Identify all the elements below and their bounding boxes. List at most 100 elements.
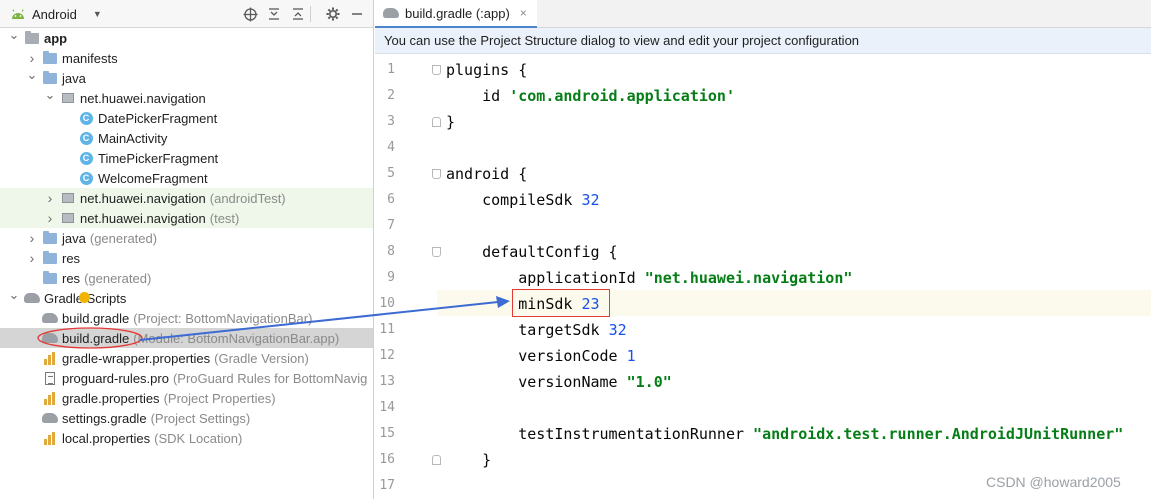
- tree-item-hint: (Project Properties): [163, 390, 276, 406]
- fold-start-icon[interactable]: [432, 169, 441, 179]
- string-literal: 'com.android.application': [509, 87, 735, 105]
- tree-item[interactable]: C DatePickerFragment: [0, 108, 373, 128]
- code-text: plugins {: [446, 61, 528, 79]
- tree-item[interactable]: C MainActivity: [0, 128, 373, 148]
- class-icon: C: [78, 131, 94, 145]
- text-file-icon: [42, 371, 58, 385]
- project-view-selector[interactable]: Android ▼: [10, 0, 102, 28]
- tree-item[interactable]: › res: [0, 248, 373, 268]
- fold-start-icon[interactable]: [432, 247, 441, 257]
- code-line[interactable]: plugins {: [446, 57, 527, 83]
- folder-icon: [42, 250, 58, 265]
- code-line[interactable]: }: [446, 447, 491, 473]
- code-line[interactable]: targetSdk 32: [446, 317, 627, 343]
- code-line[interactable]: defaultConfig {: [446, 239, 617, 265]
- code-line[interactable]: minSdk 23: [446, 291, 600, 317]
- tree-item[interactable]: local.properties (SDK Location): [0, 428, 373, 448]
- chevron-right-icon[interactable]: ›: [26, 230, 38, 246]
- number-literal: 32: [608, 321, 627, 339]
- crosshair-icon[interactable]: [240, 4, 260, 24]
- tree-item[interactable]: ⌄ java: [0, 67, 373, 88]
- code-line[interactable]: testInstrumentationRunner "androidx.test…: [446, 421, 1123, 447]
- chevron-right-icon[interactable]: ›: [44, 210, 56, 226]
- chevron-down-icon[interactable]: ⌄: [26, 67, 38, 82]
- tree-item-label: build.gradle: [62, 330, 130, 346]
- line-number: 13: [379, 374, 395, 389]
- code-area[interactable]: 1 2 3 4 5 6 7 8 9 10 11 12 13 14 15 16 17 plugins { id '…: [375, 54, 1151, 499]
- minimize-icon[interactable]: [347, 4, 367, 24]
- project-structure-banner[interactable]: You can use the Project Structure dialog…: [375, 28, 1151, 54]
- tree-item[interactable]: gradle-wrapper.properties (Gradle Version…: [0, 348, 373, 368]
- number-literal: 23: [581, 295, 600, 313]
- code-text: versionCode: [446, 347, 627, 365]
- code-line[interactable]: versionName "1.0": [446, 369, 672, 395]
- tree-item[interactable]: build.gradle (Module: BottomNavigationBar…: [0, 328, 373, 348]
- code-line[interactable]: compileSdk 32: [446, 187, 599, 213]
- tree-item[interactable]: build.gradle (Project: BottomNavigationBa…: [0, 308, 373, 328]
- collapse-all-icon[interactable]: [264, 4, 284, 24]
- tree-item[interactable]: ⌄ Gradle Scripts: [0, 287, 373, 308]
- tree-item[interactable]: res (generated): [0, 268, 373, 288]
- tree-item[interactable]: settings.gradle (Project Settings): [0, 408, 373, 428]
- gradle-elephant-icon: [24, 291, 40, 305]
- code-line[interactable]: applicationId "net.huawei.navigation": [446, 265, 852, 291]
- tree-item-label: manifests: [62, 50, 118, 66]
- line-number: 1: [387, 62, 395, 77]
- tree-item-hint: (Module: BottomNavigationBar.app): [133, 330, 340, 346]
- string-literal: "1.0": [626, 373, 672, 391]
- tree-item-label: net.huawei.navigation: [80, 190, 206, 206]
- fold-end-icon[interactable]: [432, 117, 441, 127]
- tree-item[interactable]: gradle.properties (Project Properties): [0, 388, 373, 408]
- chevron-right-icon[interactable]: ›: [26, 50, 38, 66]
- chevron-down-icon[interactable]: ⌄: [8, 287, 20, 302]
- line-gutter: 1 2 3 4 5 6 7 8 9 10 11 12 13 14 15 16 17: [375, 54, 441, 499]
- code-line[interactable]: versionCode 1: [446, 343, 635, 369]
- fold-start-icon[interactable]: [432, 65, 441, 75]
- tree-item[interactable]: › net.huawei.navigation (androidTest): [0, 188, 373, 208]
- code-text: android {: [446, 165, 528, 183]
- chevron-down-icon[interactable]: ⌄: [44, 87, 56, 102]
- tree-item-hint: (Project: BottomNavigationBar): [133, 310, 313, 326]
- tree-item[interactable]: › java (generated): [0, 228, 373, 248]
- package-icon: [60, 211, 76, 225]
- gradle-elephant-icon: [42, 331, 58, 345]
- tree-item[interactable]: › manifests: [0, 48, 373, 68]
- code-line[interactable]: id 'com.android.application': [446, 83, 735, 109]
- tree-item-label: MainActivity: [98, 130, 168, 146]
- chevron-right-icon[interactable]: ›: [26, 250, 38, 266]
- tree-item-label: res: [62, 250, 81, 266]
- code-text: }: [446, 113, 456, 131]
- tree-item[interactable]: C TimePickerFragment: [0, 148, 373, 168]
- intention-bulb-icon[interactable]: [79, 292, 90, 303]
- tree-item[interactable]: › net.huawei.navigation (test): [0, 208, 373, 228]
- gear-icon[interactable]: [323, 4, 343, 24]
- banner-text: You can use the Project Structure dialog…: [384, 33, 860, 48]
- tab-build-gradle-app[interactable]: build.gradle (:app) ×: [375, 0, 537, 28]
- chevron-down-icon[interactable]: ⌄: [8, 27, 20, 42]
- tree-item-label: gradle.properties: [62, 390, 160, 406]
- android-icon: [12, 9, 24, 19]
- fold-end-icon[interactable]: [432, 455, 441, 465]
- folder-icon: [42, 270, 58, 285]
- tree-item[interactable]: ⌄ net.huawei.navigation: [0, 87, 373, 108]
- tree-item-label: settings.gradle: [62, 410, 147, 426]
- code-line[interactable]: }: [446, 109, 455, 135]
- code-text: }: [446, 451, 492, 469]
- expand-all-icon[interactable]: [288, 4, 308, 24]
- tree-item[interactable]: ⌄ app: [0, 27, 373, 48]
- line-number: 9: [387, 270, 395, 285]
- tree-item-label: build.gradle: [62, 310, 130, 326]
- tree-item[interactable]: proguard-rules.pro (ProGuard Rules for Bo…: [0, 368, 373, 388]
- package-icon: [60, 191, 76, 205]
- chevron-right-icon[interactable]: ›: [44, 190, 56, 206]
- code-line[interactable]: android {: [446, 161, 527, 187]
- close-tab-icon[interactable]: ×: [520, 6, 527, 20]
- class-icon: C: [78, 171, 94, 185]
- tree-item[interactable]: C WelcomeFragment: [0, 168, 373, 188]
